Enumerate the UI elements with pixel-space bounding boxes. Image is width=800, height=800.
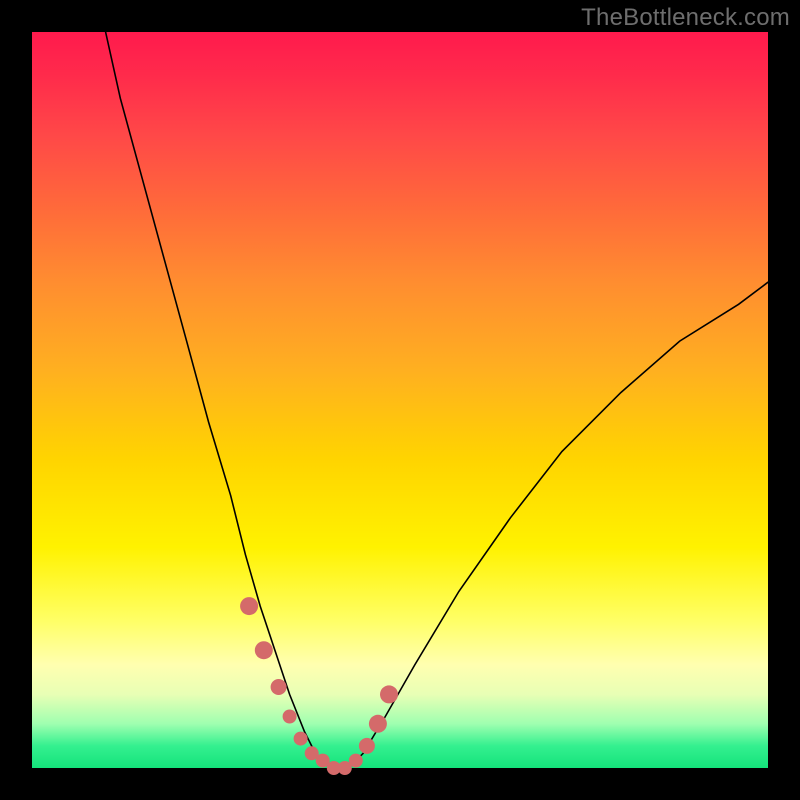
marker-dot <box>294 732 308 746</box>
chart-stage: TheBottleneck.com <box>0 0 800 800</box>
marker-dot <box>255 641 273 659</box>
marker-dot <box>359 738 375 754</box>
watermark-text: TheBottleneck.com <box>581 4 790 32</box>
plot-area <box>32 32 768 768</box>
marker-dot <box>240 597 258 615</box>
curve-svg <box>32 32 768 768</box>
marker-dot <box>380 685 398 703</box>
bottleneck-curve <box>106 32 768 768</box>
marker-dot <box>271 679 287 695</box>
marker-dot <box>349 754 363 768</box>
highlighted-markers <box>240 597 398 775</box>
marker-dot <box>283 710 297 724</box>
marker-dot <box>369 715 387 733</box>
